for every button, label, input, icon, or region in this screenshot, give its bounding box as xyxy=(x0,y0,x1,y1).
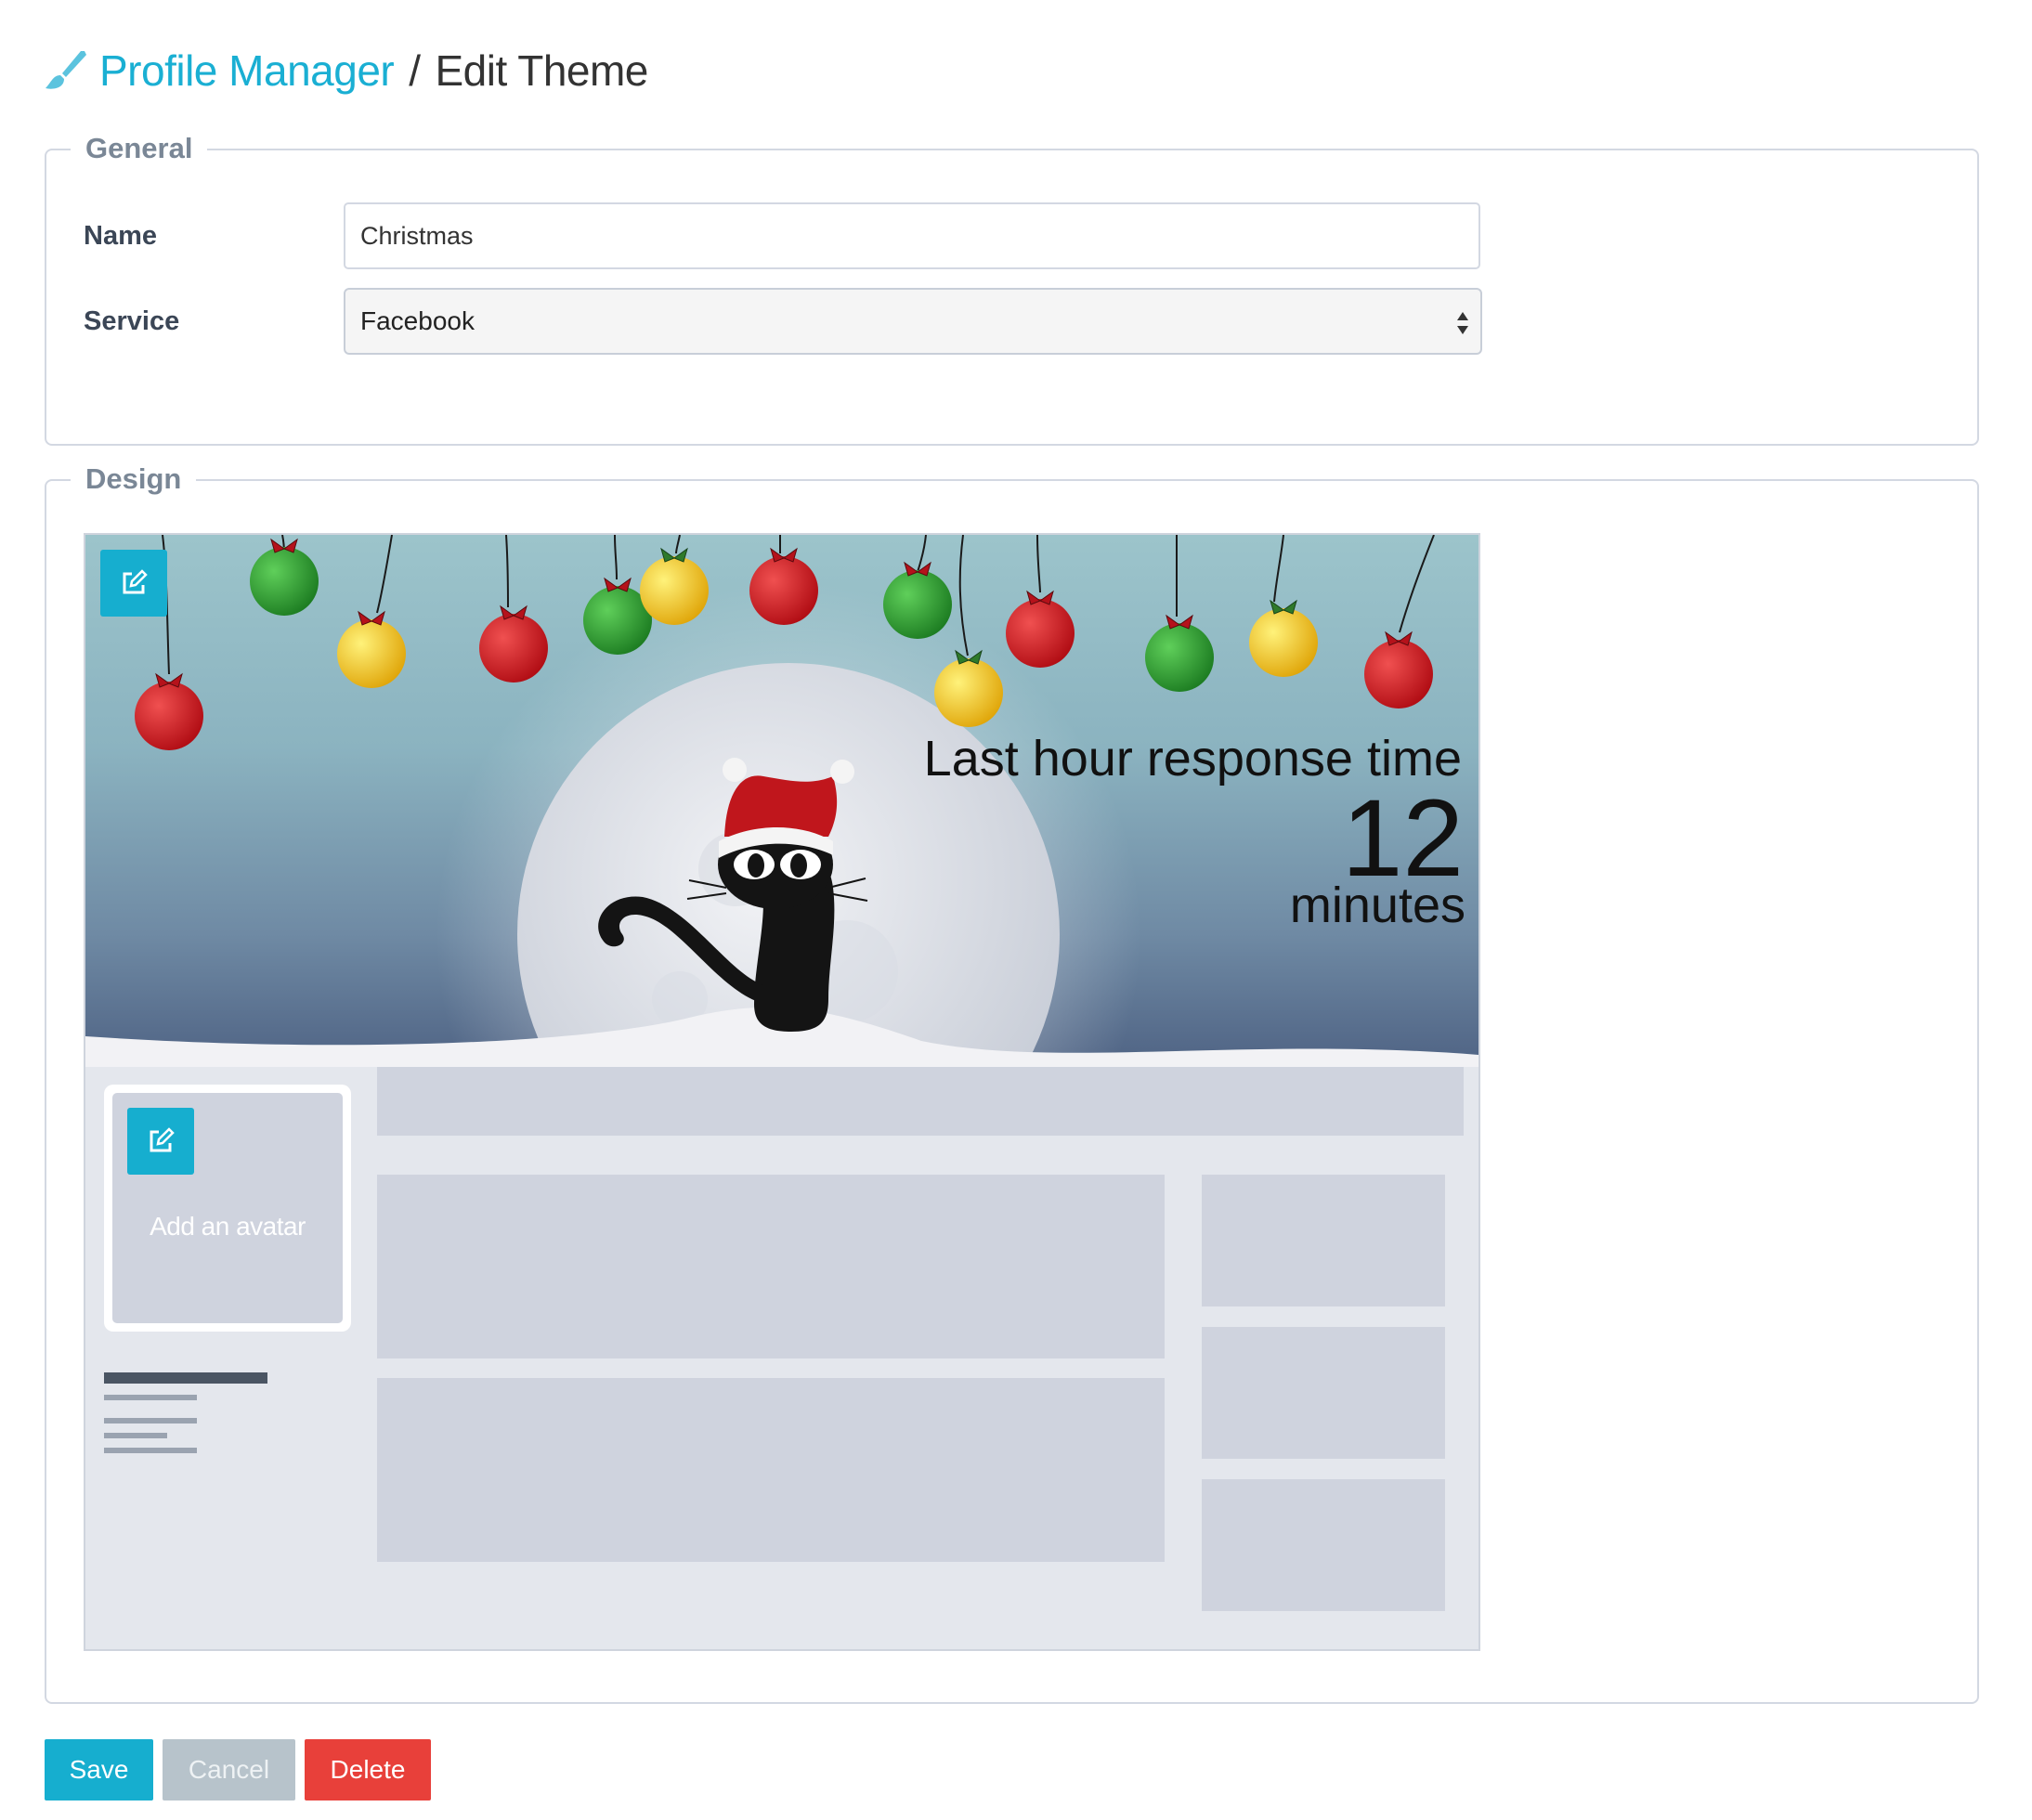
action-bar: Save Cancel Delete xyxy=(45,1739,431,1800)
post-placeholder xyxy=(377,1378,1165,1562)
cover-image: Last hour response time 12 minutes xyxy=(85,535,1478,1067)
sidebar-card-placeholder xyxy=(1202,1479,1445,1611)
profile-line-placeholder xyxy=(104,1433,167,1438)
profile-line-placeholder xyxy=(104,1418,197,1424)
sidebar-card-placeholder xyxy=(1202,1327,1445,1459)
breadcrumb-profile-manager[interactable]: Profile Manager xyxy=(99,46,395,96)
service-select[interactable]: Facebook xyxy=(344,288,1482,355)
delete-button[interactable]: Delete xyxy=(305,1739,431,1800)
page-title: Edit Theme xyxy=(435,46,649,95)
nav-bar-placeholder xyxy=(377,1067,1464,1136)
paintbrush-icon xyxy=(46,51,86,89)
edit-icon xyxy=(150,1127,175,1152)
profile-line-placeholder xyxy=(104,1395,197,1400)
overlay-unit: minutes xyxy=(1289,878,1465,933)
avatar-frame: Add an avatar xyxy=(104,1085,351,1332)
service-select-value: Facebook xyxy=(360,306,475,335)
christmas-cover-illustration xyxy=(85,535,1478,1067)
design-fieldset: Design Last hour response time 12 minute… xyxy=(45,459,1979,1704)
add-avatar-label: Add an avatar xyxy=(150,1212,306,1241)
service-row: Service Facebook xyxy=(84,288,1482,355)
design-legend: Design xyxy=(71,459,197,500)
select-arrows-icon xyxy=(1457,312,1468,334)
general-fieldset: General Name Service Facebook xyxy=(45,128,1979,446)
name-label: Name xyxy=(84,220,157,251)
name-row: Name xyxy=(84,202,1480,269)
page-header: Profile Manager / Edit Theme xyxy=(44,37,648,104)
general-legend: General xyxy=(71,128,208,169)
profile-name-placeholder xyxy=(104,1372,267,1384)
profile-line-placeholder xyxy=(104,1448,197,1453)
cancel-button[interactable]: Cancel xyxy=(163,1739,295,1800)
avatar-placeholder: Add an avatar xyxy=(112,1093,343,1323)
edit-icon xyxy=(123,569,148,594)
sidebar-card-placeholder xyxy=(1202,1175,1445,1306)
save-button[interactable]: Save xyxy=(45,1739,153,1800)
profile-preview: Last hour response time 12 minutes Add a… xyxy=(84,533,1480,1651)
name-input[interactable] xyxy=(344,202,1480,269)
service-label: Service xyxy=(84,306,180,336)
breadcrumb-separator: / xyxy=(409,46,421,95)
avatar-edit-button[interactable] xyxy=(127,1108,194,1175)
post-placeholder xyxy=(377,1175,1165,1358)
cover-edit-button[interactable] xyxy=(100,550,167,617)
